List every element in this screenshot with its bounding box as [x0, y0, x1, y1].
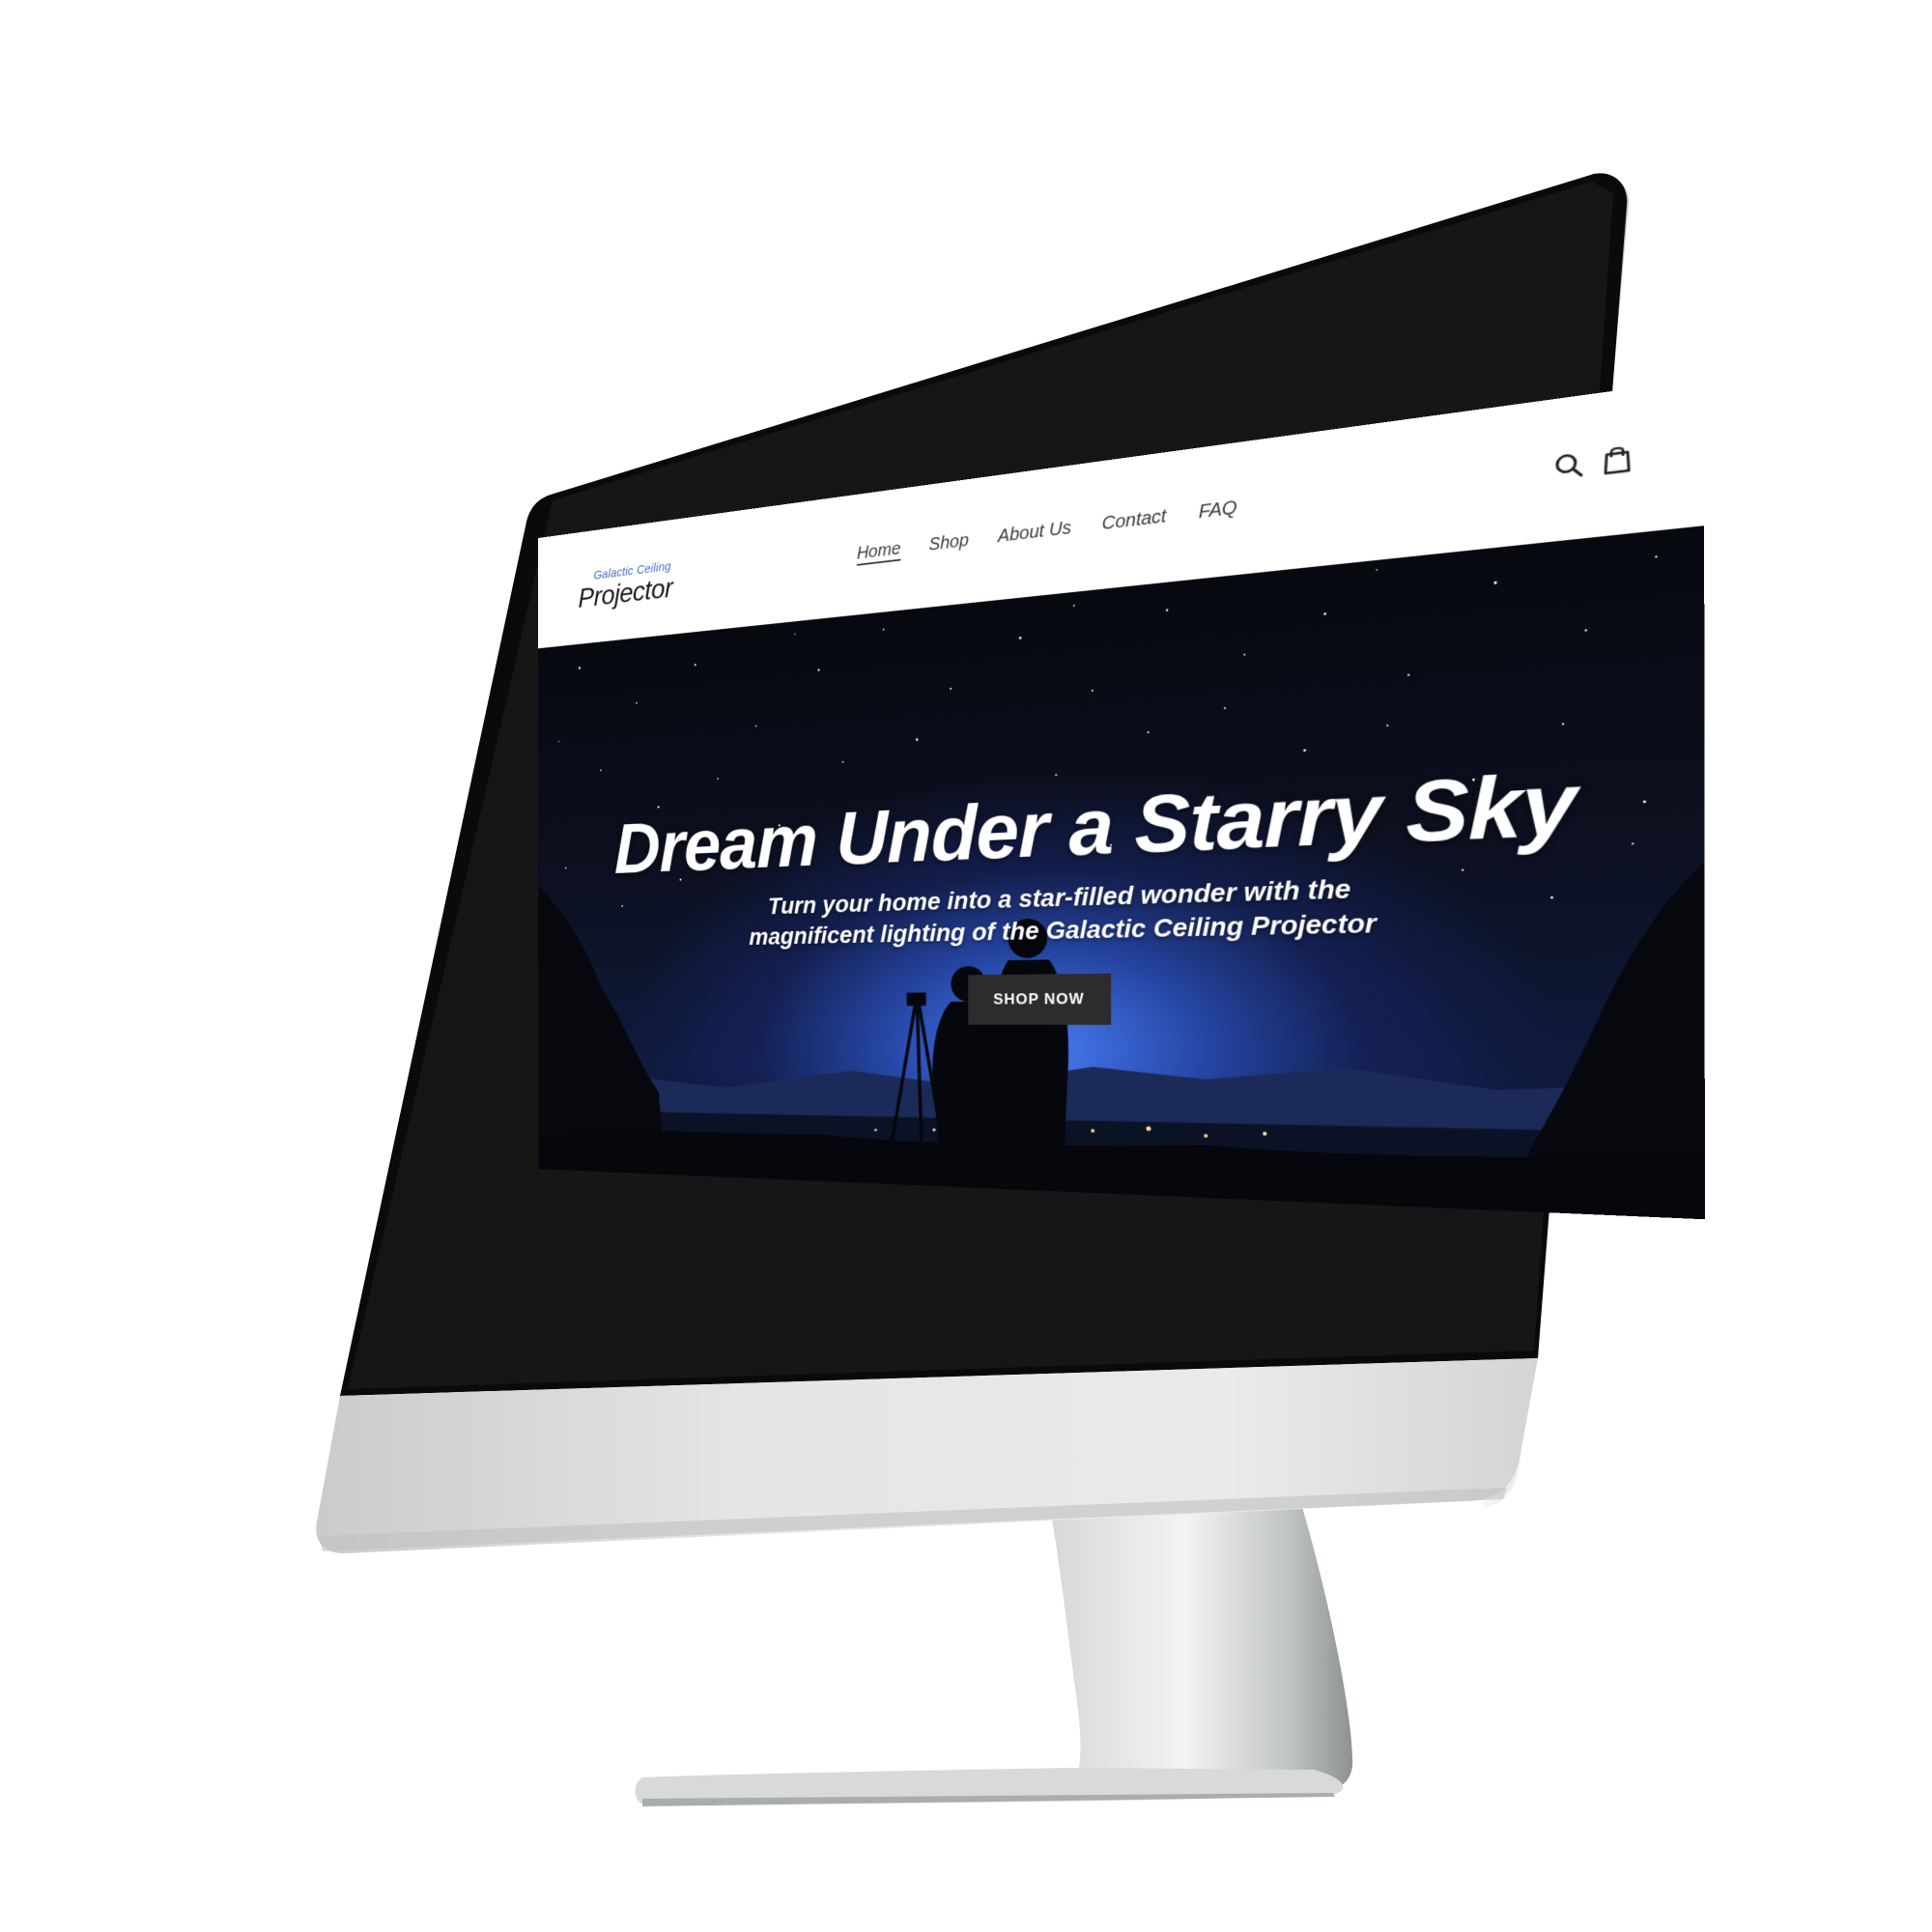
- search-icon[interactable]: [1551, 448, 1586, 483]
- hero-banner: Dream Under a Starry Sky Turn your home …: [538, 526, 1705, 1220]
- nav-about-us[interactable]: About Us: [998, 518, 1071, 548]
- stand-neck: [1049, 1497, 1353, 1797]
- nav-home[interactable]: Home: [857, 539, 900, 564]
- nav-faq[interactable]: FAQ: [1199, 497, 1237, 524]
- shop-now-button[interactable]: SHOP NOW: [968, 973, 1112, 1025]
- mockup-stage: Galactic Ceiling Projector Home Shop Abo…: [0, 0, 1932, 1932]
- tree-silhouette-left: [538, 880, 667, 1175]
- nav-shop[interactable]: Shop: [929, 530, 969, 555]
- people-silhouette: [932, 918, 1069, 1174]
- cart-icon[interactable]: [1600, 441, 1634, 476]
- nav-contact[interactable]: Contact: [1102, 506, 1167, 535]
